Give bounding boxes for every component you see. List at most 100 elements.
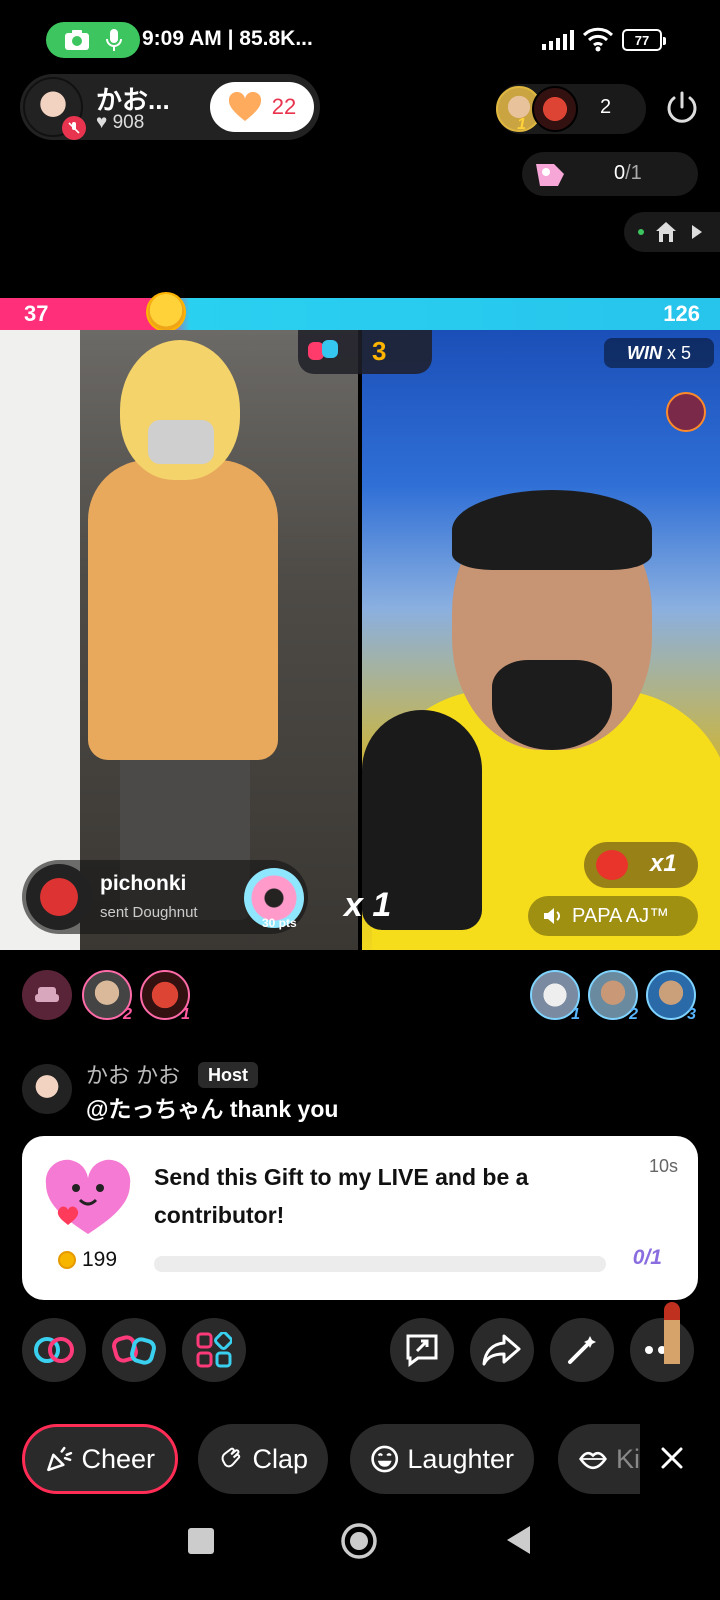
more-features-button[interactable]: [182, 1318, 246, 1382]
heart-small-icon: ♥: [96, 112, 108, 133]
play-arrow-icon: [692, 225, 702, 239]
reaction-cheer-label: Cheer: [81, 1443, 155, 1474]
chat-username: かお かお: [86, 1063, 181, 1088]
close-icon: [661, 1447, 683, 1469]
boost-pill[interactable]: x1: [584, 842, 698, 888]
gift-goal-icon: [536, 164, 564, 186]
speaker-icon: [544, 908, 560, 924]
gift-prompt-timer: 10s: [648, 1156, 678, 1176]
home-icon: [656, 222, 676, 242]
left-contributor-2[interactable]: 2: [82, 970, 132, 1023]
online-dot-icon: [638, 229, 644, 235]
right-contributor-rank-3: 3: [687, 1006, 696, 1023]
host-figure-body: [88, 460, 278, 760]
battle-button[interactable]: [102, 1318, 166, 1382]
gift-price: 199: [58, 1248, 117, 1272]
sender-name: pichonki: [100, 872, 187, 895]
grid-icon: [196, 1332, 232, 1368]
gift-notification: pichonki sent Doughnut 30 pts: [22, 860, 308, 934]
lipstick-icon: [664, 1302, 680, 1364]
left-contributor-rank-1: 1: [181, 1006, 190, 1023]
host-tag: Host: [198, 1062, 258, 1088]
chat-avatar[interactable]: [22, 1064, 72, 1114]
link-button[interactable]: [22, 1318, 86, 1382]
battery-level: 77: [634, 32, 650, 48]
signal-icon: [542, 30, 574, 50]
guest-name-label[interactable]: PAPA AJ™: [528, 896, 698, 936]
reaction-kiss-label: Ki: [615, 1443, 640, 1474]
power-icon[interactable]: [664, 90, 700, 126]
viewer-rank-1: 1: [517, 116, 526, 133]
reaction-clap[interactable]: Clap: [198, 1424, 328, 1494]
recording-indicator: [46, 22, 140, 58]
sender-avatar[interactable]: [26, 864, 92, 930]
host-info[interactable]: かお... ♥ 908 22: [20, 74, 320, 140]
status-bar: 9:09 AM | 85.8K... 77: [0, 0, 720, 80]
chat-message: @たっちゃん thank you: [86, 1096, 339, 1122]
heart-icon: [228, 92, 261, 121]
laughter-icon: [371, 1445, 399, 1473]
close-reactions-button[interactable]: [660, 1440, 684, 1479]
room-wall: [0, 330, 80, 950]
guest-name: PAPA AJ™: [572, 904, 670, 927]
host-likes: ♥ 908: [96, 112, 144, 134]
share-screen-icon: [406, 1334, 438, 1367]
effects-button[interactable]: [550, 1318, 614, 1382]
host-video[interactable]: [0, 330, 358, 950]
recents-button[interactable]: [188, 1528, 214, 1554]
mic-muted-icon: [62, 116, 86, 140]
gift-goal-current: 0: [614, 162, 626, 184]
win-multiplier-badge: WIN x 5: [604, 338, 714, 368]
gift-action: sent Doughnut: [100, 904, 198, 921]
follow-heart-button[interactable]: 22: [210, 82, 314, 132]
right-contributor-1[interactable]: 1: [530, 970, 580, 1023]
right-contributor-rank-2: 2: [629, 1006, 638, 1023]
gift-goal-total: /1: [625, 162, 642, 184]
reaction-laughter[interactable]: Laughter: [350, 1424, 534, 1494]
battle-score-left: 37: [24, 301, 49, 326]
gift-points: 30 pts: [262, 916, 297, 930]
battle-gloves-icon: [112, 1335, 156, 1365]
left-contributor-rank-2: 2: [123, 1006, 132, 1023]
room-nav-pill[interactable]: [624, 212, 720, 252]
clap-icon: [221, 1447, 241, 1468]
gift-progress-bar: [154, 1256, 606, 1272]
right-contributor-2[interactable]: 2: [588, 970, 638, 1023]
reaction-kiss[interactable]: Ki: [558, 1424, 640, 1494]
gift-prompt-card[interactable]: Send this Gift to my LIVE and be a contr…: [22, 1136, 698, 1300]
link-icon: [34, 1337, 74, 1363]
viewer-avatar-2[interactable]: [532, 86, 578, 132]
coin-icon: [58, 1251, 76, 1269]
mic-icon: [105, 29, 122, 51]
home-button[interactable]: [340, 1522, 378, 1560]
battle-score-bar: [0, 298, 720, 330]
right-contributor-rank-1: 1: [571, 1006, 580, 1023]
gloves-icon: [308, 340, 338, 360]
win-multiplier: x 5: [667, 343, 692, 363]
opponent-beard: [492, 660, 612, 750]
camera-icon: [64, 30, 89, 50]
reaction-clap-label: Clap: [252, 1443, 308, 1474]
booster-icon[interactable]: [666, 392, 706, 432]
magic-wand-icon: [568, 1336, 596, 1364]
kiss-icon: [579, 1451, 607, 1470]
system-nav-bar: [0, 1510, 720, 1600]
host-likes-count: 908: [112, 112, 145, 133]
back-button[interactable]: [504, 1524, 532, 1556]
gift-goal-pill[interactable]: 0/1: [522, 152, 698, 196]
top-viewers[interactable]: 1 2: [496, 84, 646, 134]
host-mask: [148, 420, 214, 464]
reaction-laughter-label: Laughter: [407, 1443, 514, 1474]
seat-icon[interactable]: [22, 970, 72, 1020]
win-streak-count: 3: [372, 336, 387, 366]
gift-progress-text: 0/1: [632, 1246, 662, 1269]
opponent-figure-hair: [452, 490, 652, 570]
right-contributor-3[interactable]: 3: [646, 970, 696, 1023]
share-arrow-icon: [482, 1334, 521, 1366]
heart-gift-icon: [45, 1159, 131, 1234]
share-button[interactable]: [470, 1318, 534, 1382]
reaction-cheer[interactable]: Cheer: [22, 1424, 178, 1494]
left-contributor-1[interactable]: 1: [140, 970, 190, 1023]
more-button[interactable]: [630, 1318, 694, 1382]
share-screen-button[interactable]: [390, 1318, 454, 1382]
